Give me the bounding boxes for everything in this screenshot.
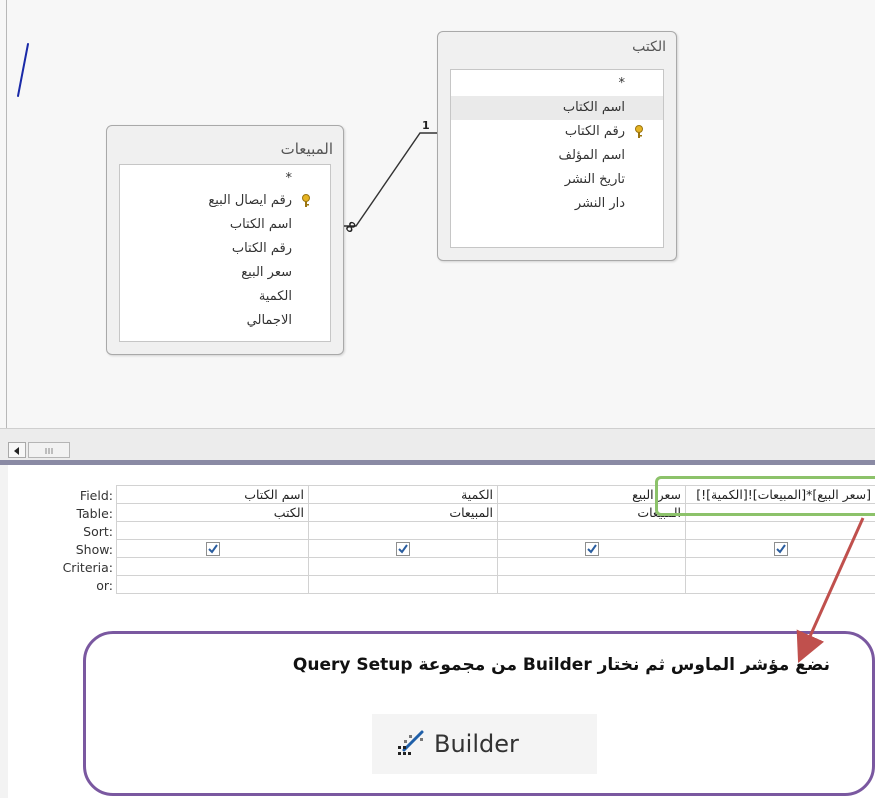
- row-label-or: or:: [96, 578, 113, 593]
- field-item[interactable]: رقم الكتاب: [120, 237, 330, 261]
- criteria-cell[interactable]: [308, 557, 498, 576]
- sort-cell[interactable]: [116, 521, 309, 540]
- row-label-criteria: Criteria:: [62, 560, 113, 575]
- builder-button[interactable]: Builder: [372, 714, 597, 774]
- field-cell[interactable]: اسم الكتاب: [116, 485, 309, 504]
- table-box-sales[interactable]: المبيعات * رقم ايصال البيع اسم الكتاب رق…: [106, 125, 344, 355]
- builder-label: Builder: [434, 730, 519, 758]
- field-item[interactable]: *: [120, 169, 330, 189]
- row-label-field: Field:: [79, 488, 113, 503]
- table-cell[interactable]: المبيعات: [308, 503, 498, 522]
- field-list-sales[interactable]: * رقم ايصال البيع اسم الكتاب رقم الكتاب …: [119, 164, 331, 342]
- sort-cell[interactable]: [308, 521, 498, 540]
- show-cell: [497, 539, 686, 558]
- row-label-show: Show:: [75, 542, 113, 557]
- grid-row-show: [116, 539, 875, 558]
- checkmark-icon: [398, 544, 408, 554]
- grid-row-sort: [116, 521, 875, 540]
- criteria-cell[interactable]: [497, 557, 686, 576]
- field-item[interactable]: اسم الكتاب: [451, 96, 663, 120]
- checkmark-icon: [586, 544, 597, 554]
- sort-cell[interactable]: [497, 521, 686, 540]
- show-cell: [116, 539, 309, 558]
- or-cell[interactable]: [308, 575, 498, 594]
- field-item[interactable]: رقم الكتاب: [451, 120, 663, 144]
- or-cell[interactable]: [116, 575, 309, 594]
- field-item[interactable]: الاجمالي: [120, 309, 330, 333]
- builder-wand-icon: [398, 730, 424, 755]
- primary-key-icon: [302, 194, 310, 207]
- field-cell[interactable]: الكمية: [308, 485, 498, 504]
- table-title-sales: المبيعات: [280, 140, 333, 158]
- horizontal-scrollbar[interactable]: [0, 428, 875, 461]
- arrow-left-icon: [14, 447, 19, 455]
- grid-row-or: [116, 575, 875, 594]
- row-label-table: Table:: [76, 506, 113, 521]
- table-box-books[interactable]: الكتب * اسم الكتاب رقم الكتاب اسم المؤلف…: [437, 31, 677, 261]
- field-item[interactable]: اسم الكتاب: [120, 213, 330, 237]
- expression-highlight-box: [655, 476, 875, 516]
- field-list-books[interactable]: * اسم الكتاب رقم الكتاب اسم المؤلف تاريخ…: [450, 69, 664, 248]
- grid-row-criteria: [116, 557, 875, 576]
- field-item[interactable]: الكمية: [120, 285, 330, 309]
- show-checkbox[interactable]: [205, 542, 220, 557]
- field-item[interactable]: تاريخ النشر: [451, 168, 663, 192]
- grip-icon: [45, 448, 53, 454]
- checkmark-icon: [775, 544, 786, 554]
- row-labels: Field: Table: Sort: Show: Criteria: or:: [0, 487, 113, 595]
- show-checkbox[interactable]: [773, 542, 788, 557]
- show-cell: [308, 539, 498, 558]
- scroll-left-button[interactable]: [8, 442, 26, 458]
- row-label-sort: Sort:: [83, 524, 113, 539]
- one-side-label: 1: [422, 119, 430, 132]
- field-item[interactable]: رقم ايصال البيع: [120, 189, 330, 213]
- field-item[interactable]: سعر البيع: [120, 261, 330, 285]
- or-cell[interactable]: [497, 575, 686, 594]
- table-cell[interactable]: الكتب: [116, 503, 309, 522]
- sort-cell[interactable]: [685, 521, 875, 540]
- scroll-thumb[interactable]: [28, 442, 70, 458]
- field-item[interactable]: اسم المؤلف: [451, 144, 663, 168]
- field-item[interactable]: *: [451, 72, 663, 96]
- field-item[interactable]: دار النشر: [451, 192, 663, 216]
- table-title-books: الكتب: [632, 39, 666, 55]
- primary-key-icon: [635, 125, 643, 138]
- criteria-cell[interactable]: [685, 557, 875, 576]
- callout-instruction-text: نضع مؤشر الماوس ثم نختار Builder من مجمو…: [292, 655, 830, 675]
- show-cell: [685, 539, 875, 558]
- show-checkbox[interactable]: [396, 542, 410, 557]
- checkmark-icon: [207, 544, 218, 554]
- criteria-cell[interactable]: [116, 557, 309, 576]
- or-cell[interactable]: [685, 575, 875, 594]
- show-checkbox[interactable]: [584, 542, 599, 557]
